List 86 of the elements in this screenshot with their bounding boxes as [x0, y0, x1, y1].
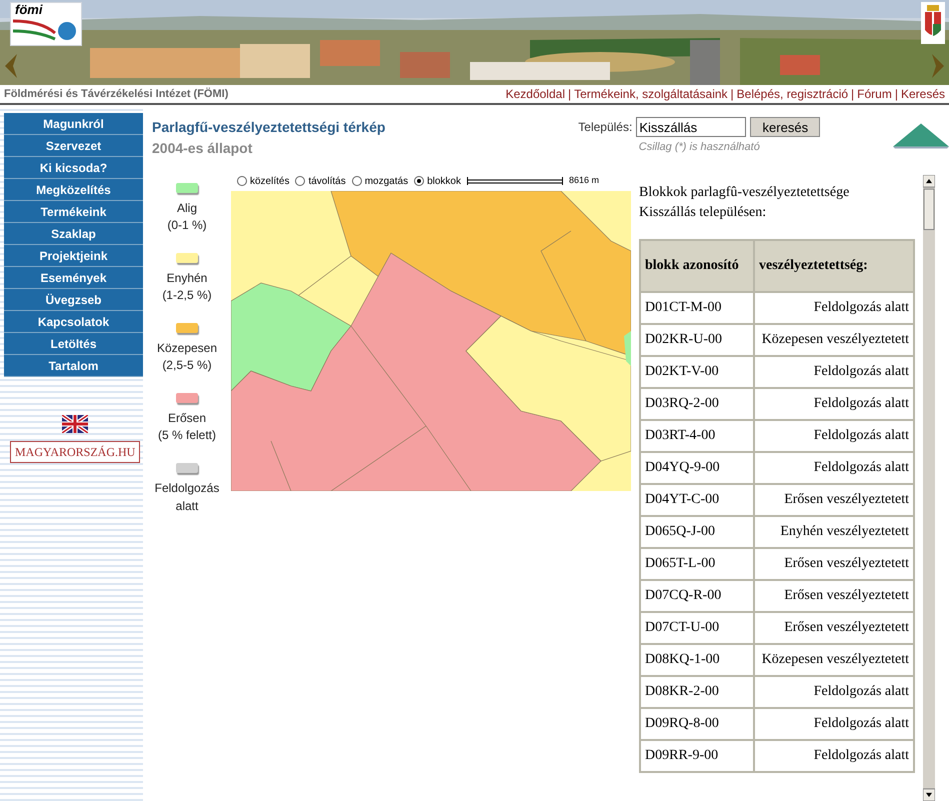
table-cell: Enyhén veszélyeztetett	[755, 517, 913, 547]
separator: |	[730, 86, 734, 103]
map-tool-radio[interactable]: mozgatás	[352, 174, 408, 188]
table-cell: D04YQ-9-00	[641, 453, 753, 483]
legend-range: (0-1 %)	[167, 217, 207, 233]
separator: |	[851, 86, 854, 103]
search-field[interactable]: Kisszállás	[636, 117, 746, 137]
table-cell: Közepesen veszélyeztetett	[755, 645, 913, 675]
table-cell: Feldolgozás alatt	[755, 453, 913, 483]
table-cell: Erősen veszélyeztetett	[755, 549, 913, 579]
table-cell: Feldolgozás alatt	[755, 357, 913, 387]
nav-link[interactable]: Kezdőoldal	[506, 85, 565, 103]
column-header: veszélyeztetettség:	[755, 241, 913, 291]
menu-item[interactable]: Tartalom	[4, 355, 143, 377]
menu-item[interactable]: Letöltés	[4, 333, 143, 355]
table-cell: D09RQ-8-00	[641, 709, 753, 739]
map-tool-radio[interactable]: távolítás	[295, 174, 346, 188]
nav-link[interactable]: Fórum	[857, 85, 892, 103]
table-cell: Feldolgozás alatt	[755, 421, 913, 451]
legend-label: Erősen	[166, 410, 208, 427]
table-cell: Feldolgozás alatt	[755, 741, 913, 771]
radio-icon[interactable]	[414, 176, 424, 186]
table-cell: D08KR-2-00	[641, 677, 753, 707]
table-cell: D065Q-J-00	[641, 517, 753, 547]
search-hint: Csillag (*) is használható	[638, 140, 760, 155]
table-cell: D04YT-C-00	[641, 485, 753, 515]
radio-icon[interactable]	[352, 176, 362, 186]
table-cell: D03RQ-2-00	[641, 389, 753, 419]
menu-item[interactable]: Termékeink	[4, 201, 143, 223]
scale-label: 8616 m	[568, 174, 600, 188]
menu-item[interactable]: Magunkról	[4, 113, 143, 135]
table-cell: D02KR-U-00	[641, 325, 753, 355]
table-cell: Közepesen veszélyeztetett	[755, 325, 913, 355]
radio-icon[interactable]	[295, 176, 306, 186]
table-cell: D065T-L-00	[641, 549, 753, 579]
search-label: Település:	[578, 119, 632, 136]
table-cell: Feldolgozás alatt	[755, 709, 913, 739]
nav-link[interactable]: Keresés	[900, 85, 945, 103]
menu-item[interactable]: Kapcsolatok	[4, 311, 143, 333]
menu-item[interactable]: Ki kicsoda?	[4, 157, 143, 179]
separator: |	[894, 86, 898, 103]
map-tool-radio[interactable]: közelítés	[237, 174, 290, 188]
table-cell: D07CT-U-00	[641, 613, 753, 643]
table-cell: Feldolgozás alatt	[755, 389, 913, 419]
table-cell: D03RT-4-00	[641, 421, 753, 451]
table-cell: D07CQ-R-00	[641, 581, 753, 611]
table-cell: D01CT-M-00	[641, 293, 753, 323]
results-intro: Blokkok parlagfû-veszélyeztetettsége Kisszállás településen:	[639, 184, 850, 222]
scrollbar[interactable]	[923, 175, 935, 801]
page-subtitle: 2004-es állapot	[152, 139, 254, 158]
radio-icon[interactable]	[237, 176, 247, 186]
page-title: Parlagfű-veszélyeztetettségi térkép	[152, 118, 386, 137]
table-cell: Feldolgozás alatt	[755, 677, 913, 707]
table-cell: D02KT-V-00	[641, 357, 753, 387]
menu-item[interactable]: Események	[4, 267, 143, 289]
table-cell: Erősen veszélyeztetett	[755, 613, 913, 643]
table-cell: Erősen veszélyeztetett	[755, 485, 913, 515]
nav-link[interactable]: Termékeink, szolgáltatásaink	[574, 85, 728, 103]
separator: |	[568, 86, 572, 103]
table-cell: Feldolgozás alatt	[755, 293, 913, 323]
legend-label: Alig	[176, 200, 198, 217]
menu-item[interactable]: Szervezet	[4, 135, 143, 157]
column-header: blokk azonosító	[641, 241, 753, 291]
coat-of-arms-icon	[921, 2, 945, 44]
legend-label: Enyhén	[166, 270, 208, 287]
table-cell: Erősen veszélyeztetett	[755, 581, 913, 611]
legend-label: Feldolgozás alatt	[154, 480, 220, 515]
menu-item[interactable]: Megközelítés	[4, 179, 143, 201]
legend-label: Közepesen	[156, 340, 218, 357]
logo[interactable]: fömi	[10, 2, 82, 46]
menu-item[interactable]: Üvegzseb	[4, 289, 143, 311]
legend-range: (1-2,5 %)	[162, 287, 212, 303]
portal-logo[interactable]: MAGYARORSZÁG.HU	[10, 441, 140, 463]
legend-range: (5 % felett)	[158, 427, 216, 443]
table-cell: D09RR-9-00	[641, 741, 753, 771]
legend-range: (2,5-5 %)	[162, 357, 212, 373]
search-button[interactable]: keresés	[750, 117, 820, 137]
up-triangle-icon[interactable]	[892, 123, 949, 149]
map-tool-radio[interactable]: blokkok	[414, 174, 461, 188]
menu-item[interactable]: Projektjeink	[4, 245, 143, 267]
uk-flag-icon[interactable]	[62, 415, 88, 433]
table-cell: D08KQ-1-00	[641, 645, 753, 675]
nav-link[interactable]: Belépés, regisztráció	[736, 85, 848, 103]
site-title: Földmérési és Távérzékelési Intézet (FÖMI)	[4, 86, 228, 102]
menu-item[interactable]: Szaklap	[4, 223, 143, 245]
scale-bar-icon	[466, 177, 563, 185]
